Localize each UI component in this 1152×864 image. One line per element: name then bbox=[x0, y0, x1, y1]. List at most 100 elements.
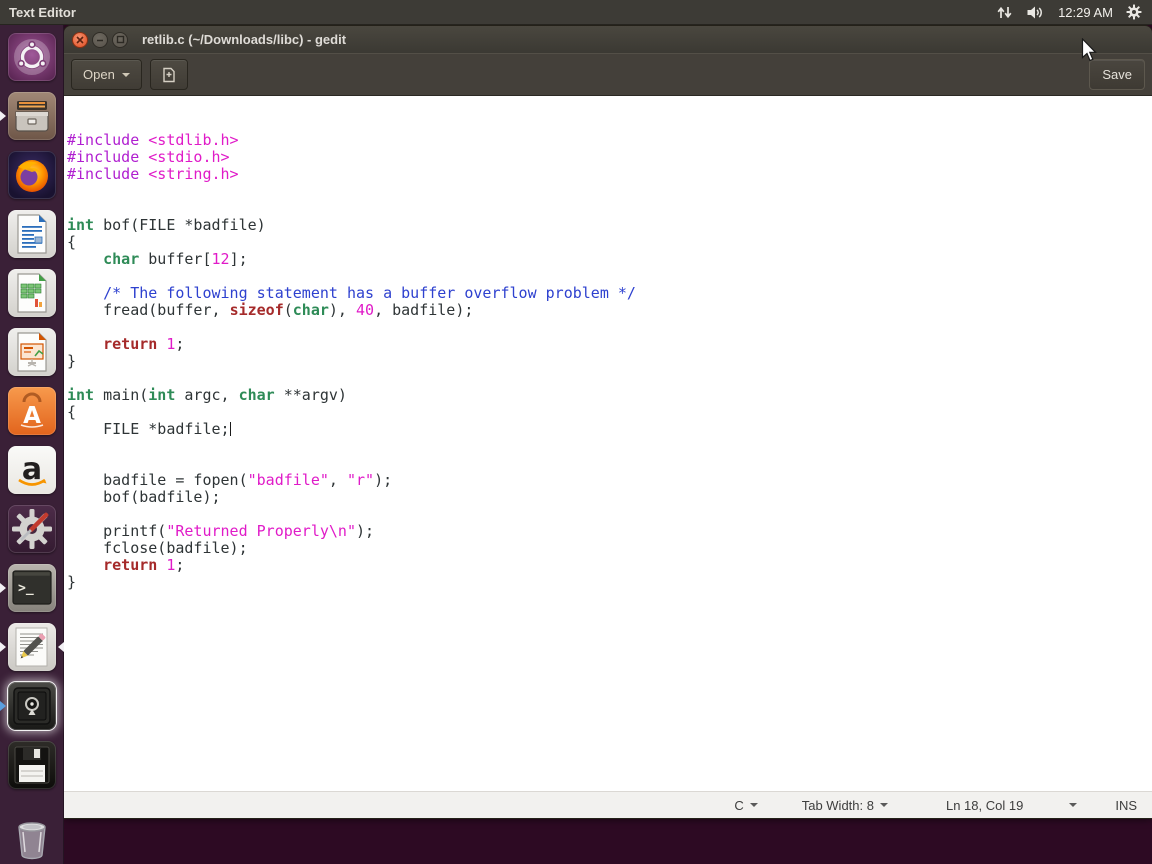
statusbar-dropdown[interactable] bbox=[1069, 803, 1078, 807]
launcher-item-system-settings[interactable] bbox=[8, 505, 56, 553]
close-button[interactable] bbox=[72, 31, 88, 48]
running-indicator-arrow bbox=[0, 111, 6, 121]
top-panel: Text Editor 12:29 AM bbox=[0, 0, 1152, 25]
code-line: { bbox=[67, 403, 77, 421]
impress-presentation-icon bbox=[17, 332, 47, 372]
launcher-item-floppy[interactable] bbox=[8, 741, 56, 789]
focused-indicator-arrow bbox=[58, 642, 64, 652]
calc-spreadsheet-icon bbox=[17, 273, 47, 313]
titlebar[interactable]: retlib.c (~/Downloads/libc) - gedit bbox=[64, 26, 1152, 53]
text-caret bbox=[229, 422, 231, 436]
open-button-label: Open bbox=[83, 67, 115, 82]
chevron-down-icon bbox=[1069, 803, 1078, 807]
minimize-button[interactable] bbox=[92, 31, 108, 48]
launcher-item-firefox[interactable] bbox=[8, 151, 56, 199]
code-line: char buffer[12]; bbox=[103, 250, 248, 268]
settings-gear-icon bbox=[12, 509, 52, 549]
svg-text:A: A bbox=[23, 403, 41, 429]
chevron-down-icon bbox=[121, 72, 130, 77]
floppy-disk-icon bbox=[14, 746, 50, 784]
statusbar: C Tab Width: 8 Ln 18, Col 19 INS bbox=[64, 791, 1152, 818]
unity-launcher: A a >_ bbox=[0, 25, 64, 864]
code-line: return 1; bbox=[103, 335, 185, 353]
code-line: #include <stdio.h> bbox=[67, 148, 230, 166]
launcher-item-libreoffice-writer[interactable] bbox=[8, 210, 56, 258]
cursor-position: Ln 18, Col 19 bbox=[946, 798, 1023, 813]
toolbar: Open Save bbox=[64, 53, 1152, 96]
launcher-item-amazon[interactable]: a bbox=[8, 446, 56, 494]
session-gear-icon[interactable] bbox=[1126, 4, 1142, 20]
code-line: return 1; bbox=[103, 556, 185, 574]
terminal-icon: >_ bbox=[12, 570, 52, 605]
launcher-item-text-editor[interactable] bbox=[0, 623, 64, 671]
volume-icon[interactable] bbox=[1026, 5, 1045, 20]
launcher-item-terminal[interactable]: >_ bbox=[0, 564, 56, 612]
network-arrows-icon[interactable] bbox=[996, 5, 1013, 20]
save-button[interactable]: Save bbox=[1089, 59, 1145, 90]
svg-text:a: a bbox=[22, 452, 42, 487]
language-selector[interactable]: C bbox=[734, 797, 758, 813]
file-cabinet-icon bbox=[15, 101, 49, 132]
launcher-item-trash[interactable] bbox=[8, 814, 56, 862]
running-indicator-arrow bbox=[0, 583, 6, 593]
safe-vault-icon bbox=[13, 687, 51, 725]
code-line: #include <stdlib.h> bbox=[67, 131, 239, 149]
active-app-name: Text Editor bbox=[9, 4, 76, 20]
code-line: } bbox=[67, 352, 77, 370]
code-line: bof(badfile); bbox=[67, 488, 221, 506]
insert-mode-indicator[interactable]: INS bbox=[1115, 798, 1137, 813]
code-line: #include <string.h> bbox=[67, 165, 239, 183]
text-editor-area[interactable]: #include <stdlib.h> #include <stdio.h> #in… bbox=[64, 96, 1152, 791]
code-line: /* The following statement has a buffer … bbox=[103, 284, 636, 302]
code-line: badfile = fopen("badfile", "r"); bbox=[67, 471, 393, 489]
trash-can-icon bbox=[18, 822, 46, 860]
new-document-button[interactable] bbox=[149, 59, 188, 90]
svg-text:>_: >_ bbox=[18, 581, 34, 596]
gedit-paper-pencil-icon bbox=[15, 627, 48, 667]
running-indicator-arrow bbox=[0, 701, 6, 711]
tab-width-label: Tab Width: 8 bbox=[801, 797, 874, 813]
insert-mode-label: INS bbox=[1115, 797, 1137, 813]
amazon-icon: a bbox=[18, 452, 47, 487]
launcher-item-dash[interactable] bbox=[8, 33, 56, 81]
code-line: int bof(FILE *badfile) bbox=[67, 216, 266, 234]
open-button[interactable]: Open bbox=[71, 59, 142, 90]
code-line: fread(buffer, sizeof(char), 40, badfile)… bbox=[67, 301, 474, 319]
launcher-item-ubuntu-software[interactable]: A bbox=[8, 387, 56, 435]
language-label: C bbox=[734, 797, 744, 813]
code-line: { bbox=[67, 233, 77, 251]
chevron-down-icon bbox=[879, 803, 888, 807]
launcher-item-libreoffice-impress[interactable] bbox=[8, 328, 56, 376]
code-line: int main(int argc, char **argv) bbox=[67, 386, 347, 404]
mouse-cursor bbox=[1081, 38, 1097, 62]
running-indicator-arrow bbox=[0, 642, 6, 652]
code-line: FILE *badfile; bbox=[67, 420, 231, 438]
code-line: } bbox=[67, 573, 77, 591]
launcher-item-libreoffice-calc[interactable] bbox=[8, 269, 56, 317]
tab-width-selector[interactable]: Tab Width: 8 bbox=[802, 798, 888, 813]
maximize-button[interactable] bbox=[112, 31, 128, 48]
software-bag-icon: A bbox=[20, 392, 44, 429]
firefox-icon bbox=[16, 160, 48, 192]
new-document-icon bbox=[163, 67, 175, 82]
code-lines: #include <stdlib.h> #include <stdio.h> #in… bbox=[67, 132, 1152, 591]
window-title: retlib.c (~/Downloads/libc) - gedit bbox=[142, 32, 347, 47]
writer-document-icon bbox=[17, 214, 47, 254]
launcher-item-safe[interactable] bbox=[0, 682, 56, 730]
launcher-item-files[interactable] bbox=[0, 92, 56, 140]
chevron-down-icon bbox=[749, 803, 758, 807]
gedit-window: retlib.c (~/Downloads/libc) - gedit Open… bbox=[64, 26, 1152, 818]
cursor-position-label: Ln 18, Col 19 bbox=[945, 797, 1024, 813]
clock[interactable]: 12:29 AM bbox=[1058, 5, 1113, 20]
save-button-label: Save bbox=[1102, 67, 1132, 82]
code-line: printf("Returned Properly\n"); bbox=[67, 522, 375, 540]
ubuntu-logo-icon bbox=[14, 39, 50, 75]
